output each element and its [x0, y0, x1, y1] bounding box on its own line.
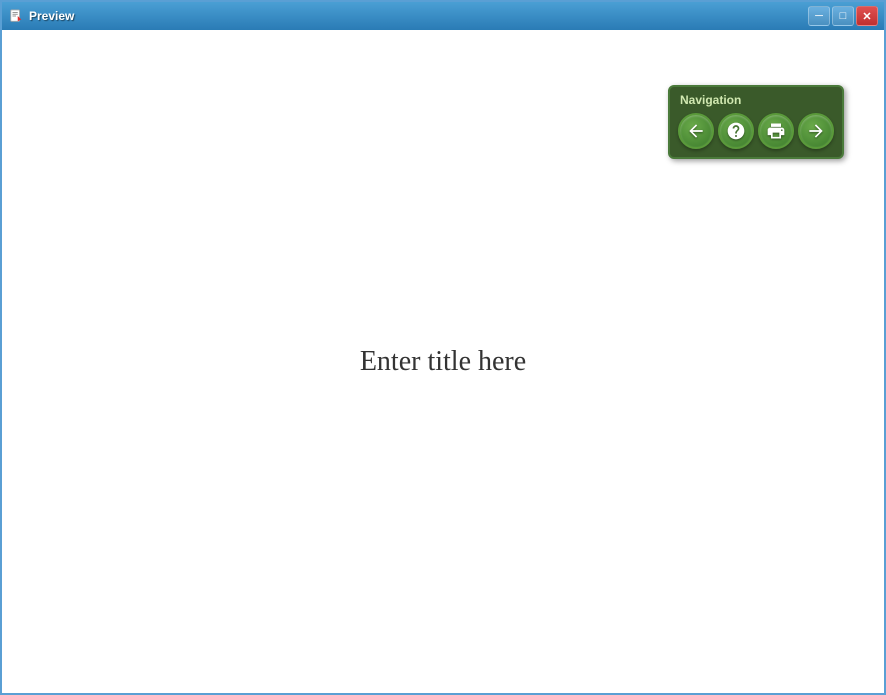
help-button[interactable]: [718, 113, 754, 149]
arrow-left-icon: [686, 121, 706, 141]
forward-button[interactable]: [798, 113, 834, 149]
close-button[interactable]: ✕: [856, 6, 878, 26]
window-title: Preview: [29, 9, 74, 23]
title-bar-buttons: ─ □ ✕: [808, 6, 878, 26]
print-icon: [766, 121, 786, 141]
navigation-label: Navigation: [678, 93, 834, 107]
navigation-widget: Navigation: [668, 85, 844, 159]
navigation-buttons: [678, 113, 834, 149]
window-content: Enter title here Navigation: [2, 30, 884, 693]
minimize-button[interactable]: ─: [808, 6, 830, 26]
title-bar-left: Preview: [8, 8, 74, 24]
print-button[interactable]: [758, 113, 794, 149]
main-area: Enter title here Navigation: [2, 30, 884, 693]
maximize-button[interactable]: □: [832, 6, 854, 26]
window: Preview ─ □ ✕ Enter title here Navigatio…: [0, 0, 886, 695]
help-icon: [726, 121, 746, 141]
title-bar: Preview ─ □ ✕: [2, 2, 884, 30]
back-button[interactable]: [678, 113, 714, 149]
arrow-right-icon: [806, 121, 826, 141]
preview-icon: [8, 8, 24, 24]
page-title: Enter title here: [360, 346, 526, 378]
